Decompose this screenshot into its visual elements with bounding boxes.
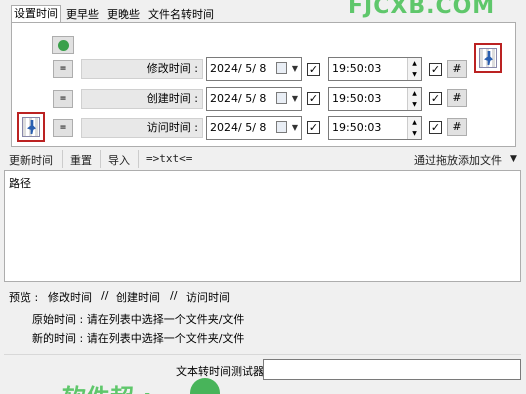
time-checkbox-created[interactable]: ✓ [429, 92, 442, 105]
apply-green-button[interactable] [52, 36, 74, 54]
green-dot-icon [57, 39, 69, 51]
date-checkbox-created[interactable]: ✓ [307, 92, 320, 105]
date-picker-created[interactable]: 2024/ 5/ 8 ▼ [206, 87, 302, 111]
file-list[interactable]: 路径 [4, 170, 521, 282]
toolbar: 更新时间 重置 导入 =>txt<= 通过拖放添加文件 ▼ [0, 149, 526, 169]
toolbar-separator [138, 150, 139, 168]
tab-set-time[interactable]: 设置时间 [11, 5, 61, 23]
calendar-icon [276, 121, 287, 133]
preview-created-option[interactable]: 创建时间 [116, 289, 160, 305]
update-time-button[interactable]: 更新时间 [9, 152, 53, 168]
calendar-icon [276, 92, 287, 104]
spin-down-icon[interactable]: ▼ [408, 99, 421, 110]
import-button[interactable]: 导入 [108, 152, 130, 168]
drag-add-files-label: 通过拖放添加文件 [414, 154, 502, 167]
time-value-modified: 19:50:03 [332, 62, 382, 75]
watermark-top: FJCXB.COM [348, 0, 496, 19]
app-figure-icon[interactable] [17, 112, 45, 142]
time-field-modified[interactable]: 19:50:03 ▲ ▼ [328, 57, 422, 81]
date-picker-modified[interactable]: 2024/ 5/ 8 ▼ [206, 57, 302, 81]
new-time-info: 新的时间 : 请在列表中选择一个文件夹/文件 [32, 332, 245, 345]
time-value-accessed: 19:50:03 [332, 121, 382, 134]
time-checkbox-accessed[interactable]: ✓ [429, 121, 442, 134]
text-to-time-tester-label: 文本转时间测试器 [176, 365, 264, 378]
date-checkbox-accessed[interactable]: ✓ [307, 121, 320, 134]
watermark-logo-icon [190, 378, 220, 394]
preview-separator: // [101, 289, 109, 302]
preview-label: 预览 : [9, 291, 39, 304]
time-spinner-created[interactable]: ▲ ▼ [407, 88, 421, 110]
time-spinner-modified[interactable]: ▲ ▼ [407, 58, 421, 80]
date-value-modified: 2024/ 5/ 8 [210, 62, 267, 75]
time-checkbox-modified[interactable]: ✓ [429, 63, 442, 76]
preview-separator: // [170, 289, 178, 302]
preview-modified-option[interactable]: 修改时间 [48, 289, 92, 305]
app-figure-icon[interactable] [474, 43, 502, 73]
calendar-icon [276, 62, 287, 74]
tab-bar: 设置时间 更早些 更晚些 文件名转时间 [11, 5, 219, 23]
export-txt-button[interactable]: =>txt<= [146, 152, 192, 165]
original-time-info: 原始时间 : 请在列表中选择一个文件夹/文件 [32, 313, 245, 326]
watermark-bottom: 软件超 : [62, 378, 152, 394]
time-spinner-accessed[interactable]: ▲ ▼ [407, 117, 421, 139]
reset-button[interactable]: 重置 [70, 152, 92, 168]
preview-accessed-option[interactable]: 访问时间 [186, 289, 230, 305]
tab-later[interactable]: 更晚些 [104, 6, 143, 22]
tab-filename-to-time[interactable]: 文件名转时间 [145, 6, 217, 22]
hash-button-accessed[interactable]: # [447, 118, 467, 136]
chevron-down-icon[interactable]: ▼ [510, 154, 517, 164]
label-modified-time: 修改时间 : [81, 59, 203, 79]
chevron-down-icon: ▼ [291, 64, 298, 73]
spin-up-icon[interactable]: ▲ [408, 117, 421, 128]
time-field-created[interactable]: 19:50:03 ▲ ▼ [328, 87, 422, 111]
chevron-down-icon: ▼ [291, 94, 298, 103]
list-header-path: 路径 [9, 177, 31, 190]
label-created-time: 创建时间 : [81, 89, 203, 109]
date-checkbox-modified[interactable]: ✓ [307, 63, 320, 76]
spin-up-icon[interactable]: ▲ [408, 58, 421, 69]
spin-down-icon[interactable]: ▼ [408, 69, 421, 80]
divider [4, 354, 521, 355]
date-picker-accessed[interactable]: 2024/ 5/ 8 ▼ [206, 116, 302, 140]
hash-button-created[interactable]: # [447, 89, 467, 107]
time-field-accessed[interactable]: 19:50:03 ▲ ▼ [328, 116, 422, 140]
hash-button-modified[interactable]: # [447, 60, 467, 78]
spin-up-icon[interactable]: ▲ [408, 88, 421, 99]
chevron-down-icon: ▼ [291, 123, 298, 132]
toolbar-separator [100, 150, 101, 168]
date-value-created: 2024/ 5/ 8 [210, 92, 267, 105]
equal-button-accessed[interactable]: = [53, 119, 73, 137]
spin-down-icon[interactable]: ▼ [408, 128, 421, 139]
time-value-created: 19:50:03 [332, 92, 382, 105]
text-to-time-tester-input[interactable] [263, 359, 521, 380]
date-value-accessed: 2024/ 5/ 8 [210, 121, 267, 134]
label-accessed-time: 访问时间 : [81, 118, 203, 138]
equal-button-modified[interactable]: = [53, 60, 73, 78]
tab-earlier[interactable]: 更早些 [63, 6, 102, 22]
toolbar-separator [62, 150, 63, 168]
equal-button-created[interactable]: = [53, 90, 73, 108]
app-window: FJCXB.COM 设置时间 更早些 更晚些 文件名转时间 = 修改时间 : 2… [0, 0, 526, 394]
